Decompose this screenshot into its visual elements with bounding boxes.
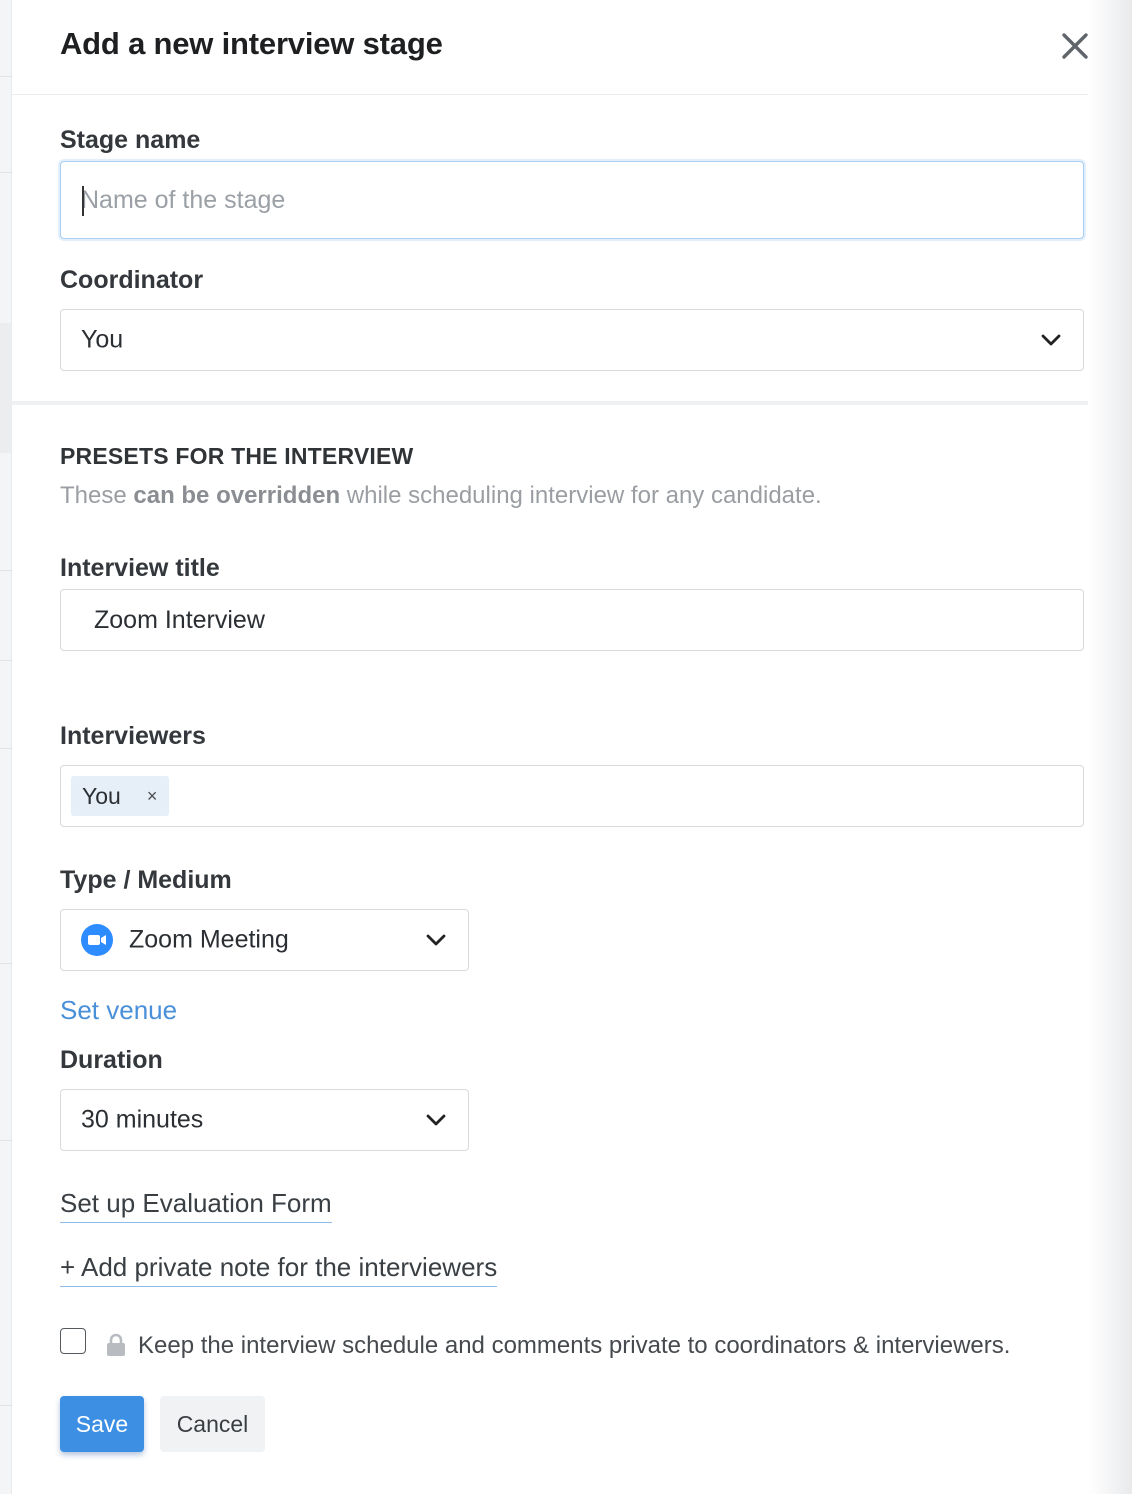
coordinator-selected-value: You bbox=[81, 325, 124, 354]
interviewers-label: Interviewers bbox=[60, 722, 206, 750]
type-medium-select[interactable]: Zoom Meeting bbox=[60, 909, 469, 971]
panel-title: Add a new interview stage bbox=[60, 26, 443, 61]
stage-name-label: Stage name bbox=[60, 126, 201, 154]
evaluation-form-link[interactable]: Set up Evaluation Form bbox=[60, 1188, 332, 1223]
duration-selected-value: 30 minutes bbox=[81, 1105, 204, 1134]
save-button[interactable]: Save bbox=[60, 1396, 144, 1452]
interviewer-tag: You × bbox=[71, 776, 170, 816]
interviewers-field[interactable]: You × bbox=[60, 765, 1084, 827]
presets-subtitle-suffix: while scheduling interview for any candi… bbox=[340, 482, 822, 509]
stage-name-field[interactable] bbox=[60, 161, 1084, 239]
panel-shadow bbox=[1088, 0, 1132, 1494]
close-icon bbox=[1062, 33, 1088, 59]
stage-name-input[interactable] bbox=[61, 162, 1083, 238]
add-private-note-link[interactable]: + Add private note for the interviewers bbox=[60, 1252, 498, 1287]
type-medium-selected-value: Zoom Meeting bbox=[129, 925, 289, 954]
chevron-down-icon bbox=[426, 1114, 446, 1126]
interview-title-input[interactable] bbox=[61, 590, 1083, 650]
panel-header: Add a new interview stage bbox=[12, 0, 1088, 95]
duration-label: Duration bbox=[60, 1046, 163, 1074]
duration-select[interactable]: 30 minutes bbox=[60, 1089, 469, 1151]
privacy-checkbox[interactable] bbox=[60, 1328, 86, 1354]
presets-heading: PRESETS FOR THE INTERVIEW bbox=[60, 443, 414, 469]
interview-title-label: Interview title bbox=[60, 554, 220, 582]
section-divider bbox=[12, 401, 1088, 405]
interview-title-field[interactable] bbox=[60, 589, 1084, 651]
zoom-video-icon bbox=[81, 924, 113, 956]
page: Add a new interview stage Stage name Coo… bbox=[0, 0, 1132, 1494]
chevron-down-icon bbox=[426, 934, 446, 946]
set-venue-link[interactable]: Set venue bbox=[60, 995, 177, 1026]
add-stage-panel: Add a new interview stage Stage name Coo… bbox=[12, 0, 1088, 1494]
coordinator-select[interactable]: You bbox=[60, 309, 1084, 371]
type-medium-label: Type / Medium bbox=[60, 866, 232, 894]
coordinator-label: Coordinator bbox=[60, 266, 204, 294]
remove-tag-icon[interactable]: × bbox=[147, 786, 158, 807]
interviewer-tag-label: You bbox=[82, 782, 121, 809]
privacy-label: Keep the interview schedule and comments… bbox=[138, 1332, 1011, 1359]
text-caret bbox=[82, 186, 84, 216]
lock-icon bbox=[107, 1333, 125, 1356]
presets-subtitle: These can be overridden while scheduling… bbox=[60, 482, 822, 510]
cancel-button[interactable]: Cancel bbox=[160, 1396, 265, 1452]
chevron-down-icon bbox=[1041, 334, 1061, 346]
presets-subtitle-emphasis: can be overridden bbox=[133, 482, 341, 509]
presets-subtitle-prefix: These bbox=[60, 482, 134, 509]
close-button[interactable] bbox=[1059, 30, 1091, 62]
background-page-edge bbox=[0, 0, 12, 1494]
